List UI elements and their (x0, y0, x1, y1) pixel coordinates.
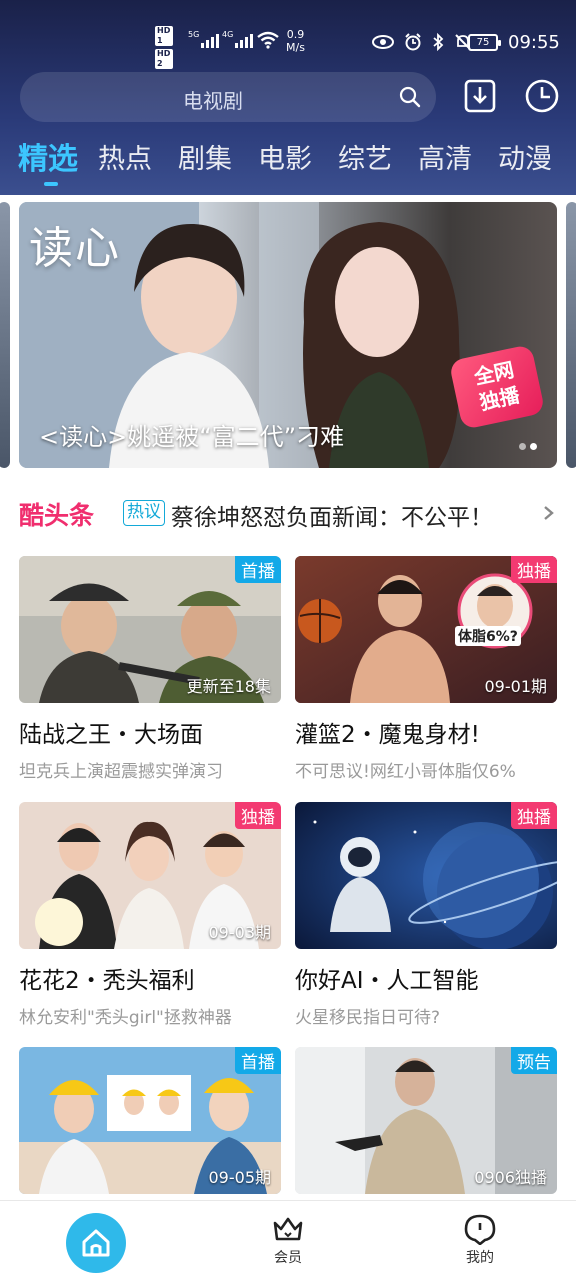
video-thumbnail[interactable]: 独播 09-03期 (19, 802, 281, 949)
nav-vip-label: 会员 (274, 1250, 302, 1266)
signal-icon: 5G (188, 30, 220, 48)
hd2-label: HD 2 (155, 49, 173, 69)
thumbnail-overlay-text: 体脂6%? (455, 626, 521, 646)
nav-vip[interactable]: 会员 (258, 1213, 318, 1267)
download-icon[interactable] (462, 78, 498, 114)
chevron-right-icon[interactable] (541, 502, 557, 524)
episode-info: 09-05期 (208, 1168, 272, 1187)
category-tabs: 精选 热点 剧集 电影 综艺 高清 动漫 (18, 140, 576, 186)
thumbnail-badge: 独播 (511, 556, 557, 583)
episode-info: 09-01期 (484, 677, 548, 696)
tab-hot[interactable]: 热点 (98, 140, 178, 184)
card-subtitle: 火星移民指日可待? (295, 1008, 441, 1028)
video-thumbnail[interactable]: 首播 09-05期 (19, 1047, 281, 1194)
episode-info: 更新至18集 (186, 677, 271, 696)
news-logo: 酷头条 (19, 501, 95, 530)
video-thumbnail[interactable]: 独播 (295, 802, 557, 949)
battery-icon: 75 (468, 34, 501, 51)
banner-pagination (519, 443, 537, 450)
search-icon[interactable] (398, 85, 422, 109)
video-card[interactable]: 独播 你好AI・人工智能 火星移民指日可待? (295, 802, 557, 1028)
episode-info: 09-03期 (208, 923, 272, 942)
nav-home-button[interactable] (66, 1213, 126, 1273)
video-thumbnail[interactable]: 首播 更新至18集 (19, 556, 281, 703)
news-tag: 热议 (123, 500, 165, 526)
home-icon (82, 1229, 110, 1257)
hero-banner[interactable]: 读心 全网 独播 <读心>姚遥被“富二代”刁难 (19, 202, 557, 468)
thumbnail-badge: 独播 (511, 802, 557, 829)
tab-featured[interactable]: 精选 (18, 140, 98, 186)
status-bar: HD 1 HD 2 5G 4G 0.9 M/s 75 09:55 (0, 0, 576, 69)
video-thumbnail[interactable]: 预告 0906独播 (295, 1047, 557, 1194)
app-header: HD 1 HD 2 5G 4G 0.9 M/s 75 09:55 电视剧 精选 … (0, 0, 576, 195)
banner-caption: <读心>姚遥被“富二代”刁难 (39, 423, 345, 451)
nav-mine[interactable]: 我的 (450, 1213, 510, 1267)
hd1-label: HD 1 (155, 26, 173, 46)
episode-info: 0906独播 (474, 1168, 547, 1187)
card-subtitle: 坦克兵上演超震撼实弹演习 (19, 762, 223, 782)
thumbnail-badge: 首播 (235, 1047, 281, 1074)
crown-icon (273, 1217, 303, 1241)
card-title[interactable]: 你好AI・人工智能 (295, 961, 557, 995)
search-placeholder: 电视剧 (183, 89, 243, 113)
profile-icon (464, 1214, 496, 1245)
bottom-navigation: 会员 我的 (0, 1200, 576, 1280)
alarm-icon (405, 33, 421, 51)
news-headline[interactable]: 蔡徐坤怒怼负面新闻：不公平！ (171, 498, 493, 532)
tab-anime[interactable]: 动漫 (498, 140, 576, 184)
video-thumbnail[interactable]: 独播 体脂6%? 09-01期 (295, 556, 557, 703)
thumbnail-badge: 首播 (235, 556, 281, 583)
news-ticker[interactable]: 酷头条 热议 蔡徐坤怒怼负面新闻：不公平！ (19, 494, 557, 534)
bluetooth-icon (433, 33, 444, 51)
tab-variety[interactable]: 综艺 (338, 140, 418, 184)
video-card[interactable]: 独播 体脂6%? 09-01期 灌篮2・魔鬼身材! 不可思议!网红小哥体脂仅6% (295, 556, 557, 782)
tab-hd[interactable]: 高清 (418, 140, 498, 184)
hd-indicator: HD 1 HD 2 (155, 26, 173, 72)
history-icon[interactable] (524, 78, 560, 114)
signal-icon: 4G (222, 30, 254, 48)
clock: 09:55 (508, 32, 560, 53)
wifi-icon (257, 31, 279, 49)
video-card[interactable]: 首播 09-05期 (19, 1047, 281, 1194)
nav-mine-label: 我的 (466, 1250, 494, 1266)
card-title[interactable]: 陆战之王・大场面 (19, 715, 281, 749)
video-card[interactable]: 首播 更新至18集 陆战之王・大场面 坦克兵上演超震撼实弹演习 (19, 556, 281, 782)
banner-prev-peek[interactable] (0, 202, 10, 468)
video-card[interactable]: 预告 0906独播 (295, 1047, 557, 1194)
tab-movies[interactable]: 电影 (258, 140, 338, 184)
banner-next-peek[interactable] (566, 202, 576, 468)
video-card[interactable]: 独播 09-03期 花花2・秃头福利 林允安利"秃头girl"拯救神器 (19, 802, 281, 1028)
card-title[interactable]: 花花2・秃头福利 (19, 961, 281, 995)
thumbnail-badge: 独播 (235, 802, 281, 829)
card-title[interactable]: 灌篮2・魔鬼身材! (295, 715, 557, 749)
banner-show-logo: 读心 (29, 223, 121, 274)
thumbnail-badge: 预告 (511, 1047, 557, 1074)
card-subtitle: 不可思议!网红小哥体脂仅6% (295, 762, 516, 782)
status-icons (372, 33, 472, 51)
eye-icon (372, 35, 394, 49)
network-speed: 0.9 M/s (286, 28, 305, 54)
tab-series[interactable]: 剧集 (178, 140, 258, 184)
card-subtitle: 林允安利"秃头girl"拯救神器 (19, 1008, 232, 1028)
search-bar[interactable]: 电视剧 (20, 72, 436, 122)
